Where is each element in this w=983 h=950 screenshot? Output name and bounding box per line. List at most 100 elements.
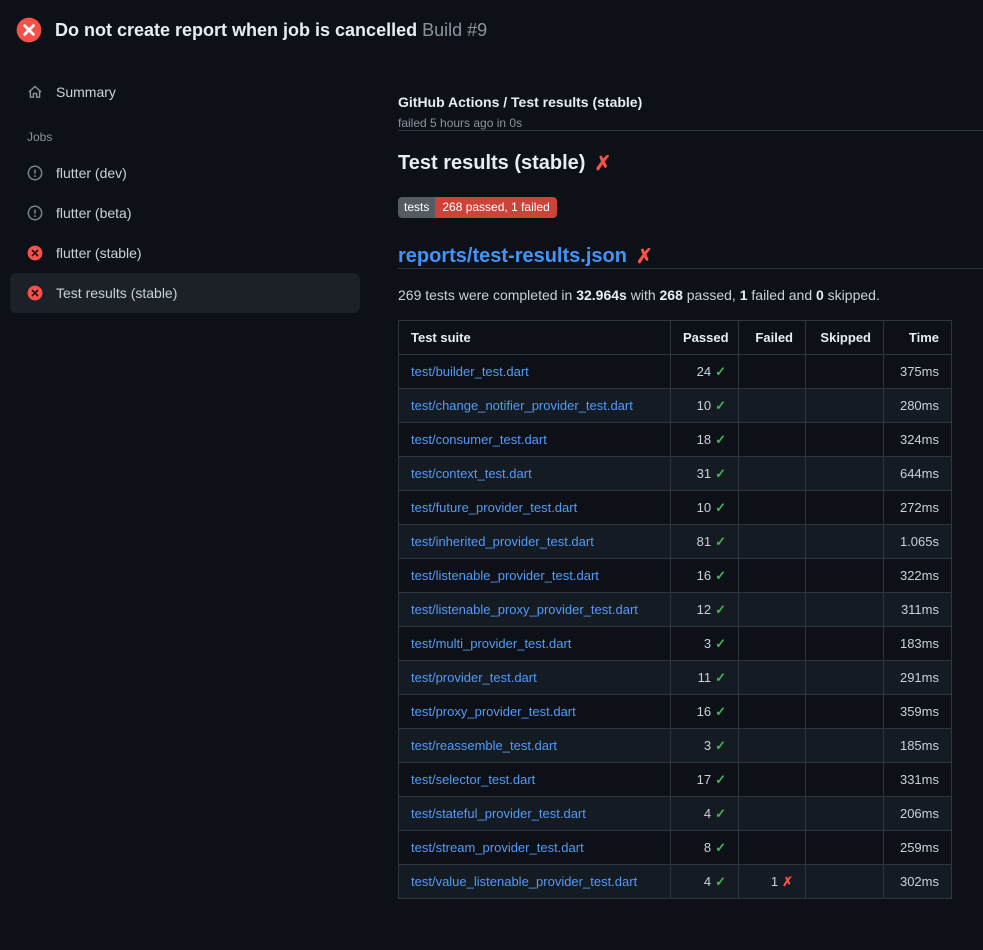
- time-cell: 331ms: [884, 763, 952, 797]
- passed-cell: 10✓: [671, 389, 739, 423]
- time-cell: 291ms: [884, 661, 952, 695]
- test-suite-link[interactable]: test/multi_provider_test.dart: [411, 636, 571, 651]
- test-suite-link[interactable]: test/change_notifier_provider_test.dart: [411, 398, 633, 413]
- test-suite-link[interactable]: test/listenable_proxy_provider_test.dart: [411, 602, 638, 617]
- passed-cell: 4✓: [671, 797, 739, 831]
- sidebar-item-label: flutter (dev): [56, 165, 127, 181]
- test-suite-link[interactable]: test/provider_test.dart: [411, 670, 537, 685]
- check-icon: ✓: [715, 398, 726, 413]
- sidebar-item-test-results-stable[interactable]: Test results (stable): [10, 273, 360, 313]
- column-header-failed: Failed: [739, 321, 806, 355]
- passed-cell: 12✓: [671, 593, 739, 627]
- test-suite-link[interactable]: test/stateful_provider_test.dart: [411, 806, 586, 821]
- passed-count: 4: [704, 806, 711, 821]
- table-row: test/stream_provider_test.dart 8✓ 259ms: [399, 831, 952, 865]
- check-icon: ✓: [715, 432, 726, 447]
- table-row: test/proxy_provider_test.dart16✓359ms: [399, 695, 952, 729]
- column-header-skipped: Skipped: [806, 321, 884, 355]
- passed-count: 3: [704, 636, 711, 651]
- suite-cell: test/value_listenable_provider_test.dart: [399, 865, 671, 899]
- table-row: test/change_notifier_provider_test.dart 1…: [399, 389, 952, 423]
- skipped-cell: [806, 389, 884, 423]
- test-suite-link[interactable]: test/consumer_test.dart: [411, 432, 547, 447]
- divider: [398, 268, 983, 269]
- jobs-section-label: Jobs: [10, 112, 360, 153]
- suite-cell: test/proxy_provider_test.dart: [399, 695, 671, 729]
- check-icon: ✓: [715, 568, 726, 583]
- test-suite-link[interactable]: test/value_listenable_provider_test.dart: [411, 874, 637, 889]
- skipped-cell: [806, 559, 884, 593]
- passed-cell: 10✓: [671, 491, 739, 525]
- main-content: GitHub Actions / Test results (stable) f…: [370, 54, 983, 899]
- check-icon: ✓: [715, 806, 726, 821]
- summary-value: 1: [740, 287, 748, 303]
- neutral-status-icon: [27, 205, 43, 221]
- page-title: Do not create report when job is cancell…: [55, 20, 487, 41]
- check-icon: ✓: [715, 466, 726, 481]
- failed-cell: [739, 457, 806, 491]
- failed-cell: [739, 695, 806, 729]
- passed-cell: 8✓: [671, 831, 739, 865]
- test-suite-link[interactable]: test/future_provider_test.dart: [411, 500, 577, 515]
- skipped-cell: [806, 763, 884, 797]
- skipped-cell: [806, 661, 884, 695]
- failed-cell: [739, 661, 806, 695]
- passed-cell: 3✓: [671, 729, 739, 763]
- test-suite-link[interactable]: test/inherited_provider_test.dart: [411, 534, 594, 549]
- test-suite-link[interactable]: test/reassemble_test.dart: [411, 738, 557, 753]
- time-cell: 302ms: [884, 865, 952, 899]
- time-cell: 259ms: [884, 831, 952, 865]
- skipped-cell: [806, 355, 884, 389]
- passed-count: 17: [697, 772, 711, 787]
- failed-cell: [739, 389, 806, 423]
- sidebar-item-flutter-stable[interactable]: flutter (stable): [10, 233, 360, 273]
- check-icon: ✓: [715, 704, 726, 719]
- test-suite-link[interactable]: test/builder_test.dart: [411, 364, 529, 379]
- suite-cell: test/consumer_test.dart: [399, 423, 671, 457]
- skipped-cell: [806, 593, 884, 627]
- failed-cell: [739, 423, 806, 457]
- summary-line: 269 tests were completed in 32.964s with…: [398, 287, 983, 303]
- time-cell: 280ms: [884, 389, 952, 423]
- failed-cell: [739, 525, 806, 559]
- passed-count: 8: [704, 840, 711, 855]
- time-cell: 324ms: [884, 423, 952, 457]
- test-suite-link[interactable]: test/context_test.dart: [411, 466, 532, 481]
- test-suite-link[interactable]: test/stream_provider_test.dart: [411, 840, 584, 855]
- suite-cell: test/builder_test.dart: [399, 355, 671, 389]
- failed-cross-icon: ✗: [636, 247, 653, 267]
- test-suite-link[interactable]: test/listenable_provider_test.dart: [411, 568, 599, 583]
- suite-cell: test/stream_provider_test.dart: [399, 831, 671, 865]
- summary-value: 32.964s: [576, 287, 627, 303]
- suite-cell: test/multi_provider_test.dart: [399, 627, 671, 661]
- skipped-cell: [806, 627, 884, 661]
- failed-cell: 1✗: [739, 865, 806, 899]
- report-file-link[interactable]: reports/test-results.json: [398, 245, 627, 268]
- check-icon: ✓: [715, 534, 726, 549]
- time-cell: 359ms: [884, 695, 952, 729]
- table-row: test/listenable_proxy_provider_test.dart…: [399, 593, 952, 627]
- failed-count: 1: [771, 874, 778, 889]
- sidebar-item-flutter-beta[interactable]: flutter (beta): [10, 193, 360, 233]
- suite-cell: test/reassemble_test.dart: [399, 729, 671, 763]
- sidebar-item-summary[interactable]: Summary: [10, 72, 360, 112]
- test-suite-link[interactable]: test/proxy_provider_test.dart: [411, 704, 576, 719]
- check-icon: ✓: [715, 670, 726, 685]
- test-suite-link[interactable]: test/selector_test.dart: [411, 772, 535, 787]
- results-table-body: test/builder_test.dart24✓375mstest/chang…: [399, 355, 952, 899]
- summary-text: passed,: [683, 287, 740, 303]
- time-cell: 185ms: [884, 729, 952, 763]
- table-row: test/stateful_provider_test.dart4✓206ms: [399, 797, 952, 831]
- sidebar-item-flutter-dev[interactable]: flutter (dev): [10, 153, 360, 193]
- table-row: test/listenable_provider_test.dart16✓322…: [399, 559, 952, 593]
- results-table: Test suite Passed Failed Skipped Time te…: [398, 320, 952, 899]
- badge-value: 268 passed, 1 failed: [435, 197, 556, 218]
- section-title: Test results (stable) ✗: [398, 152, 983, 175]
- table-header-row: Test suite Passed Failed Skipped Time: [399, 321, 952, 355]
- build-number: Build #9: [422, 20, 487, 40]
- workflow-run-title: Do not create report when job is cancell…: [55, 20, 417, 40]
- passed-count: 4: [704, 874, 711, 889]
- failed-cell: [739, 491, 806, 525]
- passed-count: 24: [697, 364, 711, 379]
- column-header-passed: Passed: [671, 321, 739, 355]
